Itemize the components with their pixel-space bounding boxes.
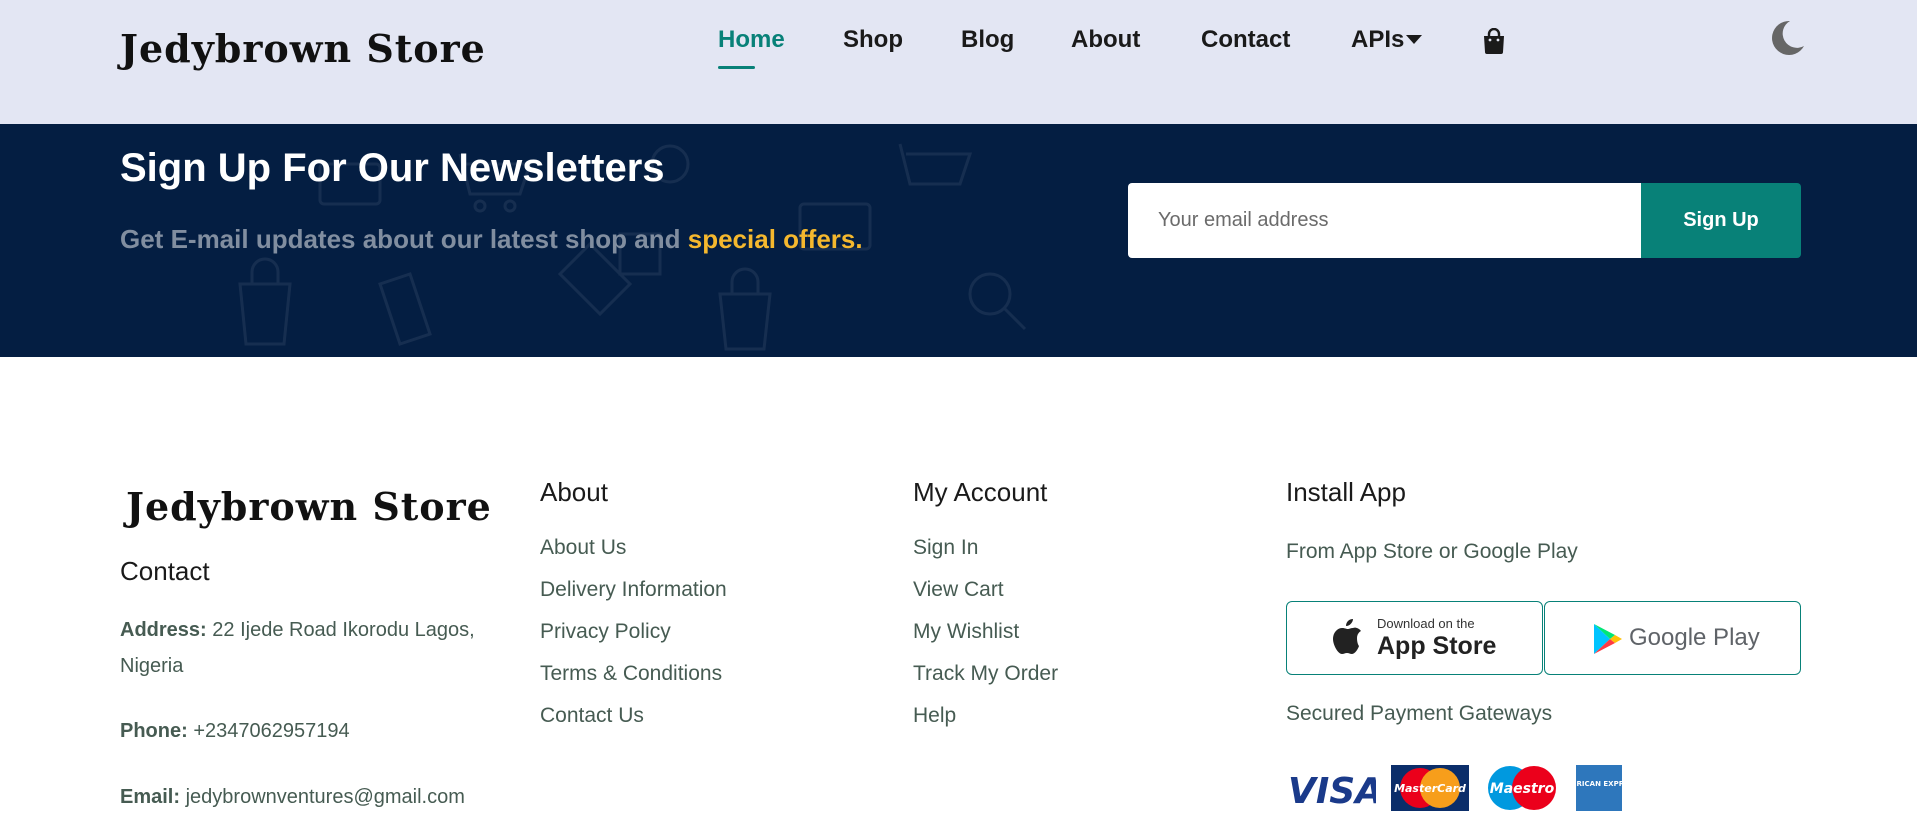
about-column-title: About [540, 477, 608, 507]
link-about-us[interactable]: About Us [540, 527, 727, 569]
visa-text: VISA [1288, 771, 1376, 811]
maestro-icon: Maestro [1488, 766, 1556, 810]
moon-icon[interactable] [1766, 18, 1806, 58]
link-help[interactable]: Help [913, 695, 1058, 737]
address-label: Address: [120, 619, 207, 641]
link-privacy-policy[interactable]: Privacy Policy [540, 611, 727, 653]
newsletter-subtitle-text: Get E-mail updates about our latest shop… [120, 224, 681, 254]
shopping-bag-icon[interactable] [1482, 28, 1506, 54]
footer-logo[interactable]: Jedybrown Store [126, 484, 492, 529]
account-column-title: My Account [913, 477, 1048, 507]
app-store-small-text: Download on the [1377, 616, 1475, 631]
contact-email: Email: jedybrownventures@gmail.com [120, 779, 465, 815]
payments-title: Secured Payment Gateways [1286, 702, 1553, 725]
amex-text: AMERICAN EXPRESS [1576, 780, 1622, 788]
link-terms-conditions[interactable]: Terms & Conditions [540, 653, 727, 695]
about-links: About Us Delivery Information Privacy Po… [540, 527, 727, 737]
contact-address: Address: 22 Ijede Road Ikorodu Lagos, Ni… [120, 612, 475, 684]
signup-button[interactable]: Sign Up [1641, 183, 1801, 258]
newsletter-section: Sign Up For Our Newsletters Get E-mail u… [0, 124, 1917, 357]
google-play-button[interactable]: Google Play [1544, 601, 1801, 675]
maestro-text: Maestro [1490, 781, 1555, 797]
app-store-big-text: App Store [1377, 632, 1497, 660]
address-line1: 22 Ijede Road Ikorodu Lagos, [212, 619, 475, 641]
caret-down-icon [1406, 35, 1423, 44]
newsletter-subtitle: Get E-mail updates about our latest shop… [120, 224, 863, 255]
install-app-subtitle: From App Store or Google Play [1286, 540, 1578, 563]
contact-phone: Phone: +2347062957194 [120, 713, 350, 749]
nav-about[interactable]: About [1071, 26, 1140, 54]
link-delivery-information[interactable]: Delivery Information [540, 569, 727, 611]
amex-icon: AMERICAN EXPRESS [1576, 765, 1622, 811]
account-links: Sign In View Cart My Wishlist Track My O… [913, 527, 1058, 737]
visa-icon: VISA [1288, 771, 1376, 811]
site-header: Jedybrown Store Home Shop Blog About Con… [0, 0, 1917, 124]
nav-apis[interactable]: APIs [1351, 26, 1423, 54]
contact-title: Contact [120, 556, 210, 586]
mastercard-icon: MasterCard [1391, 765, 1469, 811]
link-track-my-order[interactable]: Track My Order [913, 653, 1058, 695]
email-label: Email: [120, 786, 181, 808]
email-value: jedybrownventures@gmail.com [185, 786, 465, 808]
phone-label: Phone: [120, 720, 188, 742]
nav-blog[interactable]: Blog [961, 26, 1014, 54]
install-app-title: Install App [1286, 477, 1406, 507]
address-line2: Nigeria [120, 655, 184, 677]
apple-icon [1333, 619, 1361, 654]
link-sign-in[interactable]: Sign In [913, 527, 1058, 569]
nav-shop[interactable]: Shop [843, 26, 903, 54]
link-view-cart[interactable]: View Cart [913, 569, 1058, 611]
phone-value: +2347062957194 [193, 720, 350, 742]
nav-apis-label: APIs [1351, 26, 1405, 53]
nav-active-indicator [718, 66, 755, 69]
google-play-icon [1594, 624, 1622, 654]
newsletter-title: Sign Up For Our Newsletters [120, 146, 665, 190]
nav-contact[interactable]: Contact [1201, 26, 1290, 54]
app-store-button[interactable]: Download on the App Store [1286, 601, 1543, 675]
nav-home[interactable]: Home [718, 26, 785, 54]
mastercard-text: MasterCard [1394, 782, 1466, 795]
email-input[interactable] [1128, 183, 1641, 258]
newsletter-highlight: special offers. [687, 224, 863, 254]
link-my-wishlist[interactable]: My Wishlist [913, 611, 1058, 653]
link-contact-us[interactable]: Contact Us [540, 695, 727, 737]
google-play-text: Google Play [1629, 624, 1760, 651]
main-nav: Home Shop Blog About Contact APIs [0, 0, 1917, 124]
